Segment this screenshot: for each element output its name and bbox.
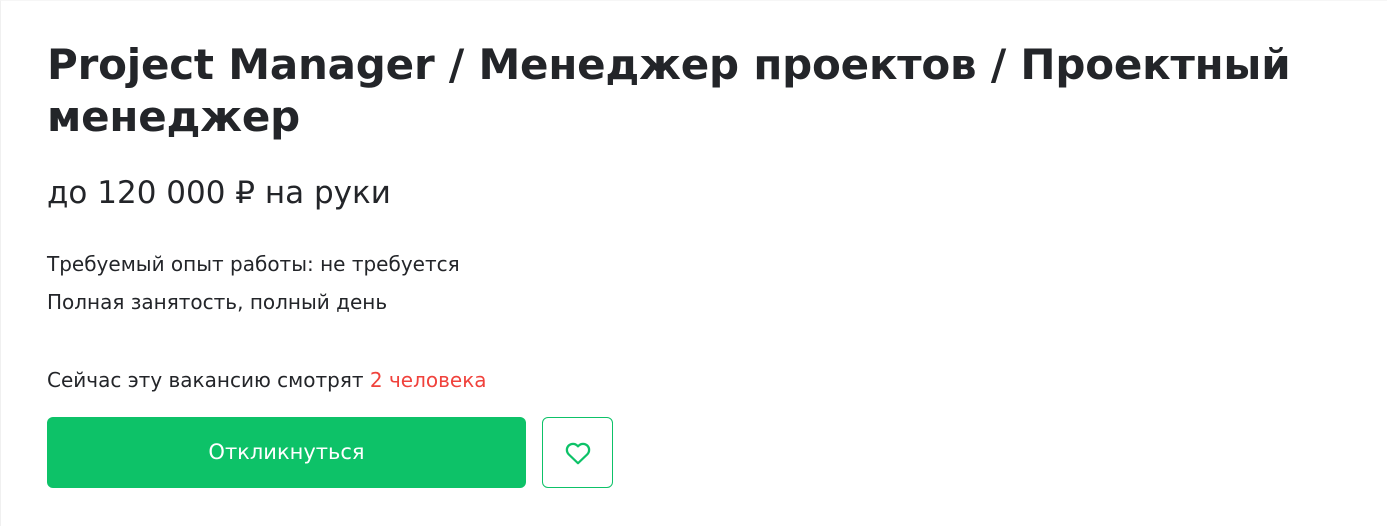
favorite-button[interactable] xyxy=(542,417,613,488)
viewers-notice: Сейчас эту вакансию смотрят 2 человека xyxy=(47,367,487,393)
respond-button[interactable]: Откликнуться xyxy=(47,417,526,488)
heart-icon xyxy=(563,438,593,468)
viewers-text: Сейчас эту вакансию смотрят xyxy=(47,368,370,392)
viewers-count: 2 человека xyxy=(369,368,487,392)
vacancy-title: Project Manager / Менеджер проектов / Пр… xyxy=(47,40,1291,141)
vacancy-salary: до 120 000 ₽ на руки xyxy=(47,175,391,211)
vacancy-card: Project Manager / Менеджер проектов / Пр… xyxy=(0,0,1387,526)
experience-requirement: Требуемый опыт работы: не требуется xyxy=(47,252,460,276)
employment-type: Полная занятость, полный день xyxy=(47,290,388,314)
